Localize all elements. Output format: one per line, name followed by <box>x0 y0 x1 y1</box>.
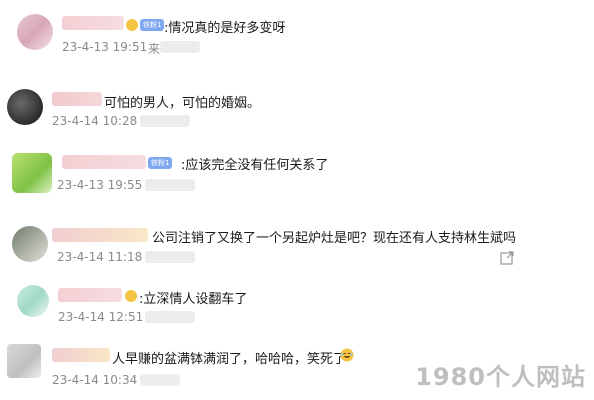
avatar[interactable] <box>17 285 49 317</box>
comment-item: 铁粉1 :应该完全没有任何关系了 23-4-13 19:55 <box>0 140 594 210</box>
comment-time: 23-4-14 10:34 <box>52 373 138 387</box>
username-redacted[interactable] <box>62 155 146 169</box>
comment-text: 公司注销了又换了一个另起炉灶是吧？现在还有人支持林生斌吗 <box>152 231 517 246</box>
comment-item: 公司注销了又换了一个另起炉灶是吧？现在还有人支持林生斌吗 23-4-14 11:… <box>0 220 594 280</box>
location-redacted <box>160 41 200 53</box>
fan-badge: 铁粉1 <box>148 157 173 169</box>
comment-time: 23-4-13 19:51 <box>62 40 148 54</box>
comment-time: 23-4-14 10:28 <box>52 114 138 128</box>
avatar[interactable] <box>12 153 52 193</box>
comment-text: :立深情人设翻车了 <box>139 292 248 307</box>
avatar[interactable] <box>12 226 48 262</box>
fan-badge: 铁粉1 <box>140 19 165 31</box>
username-redacted[interactable] <box>52 348 110 362</box>
avatar[interactable] <box>17 14 53 50</box>
username-redacted[interactable] <box>62 16 124 30</box>
location-redacted <box>145 311 195 323</box>
location-redacted <box>140 374 180 386</box>
location-redacted <box>145 179 195 191</box>
site-watermark: 1980个人网站 <box>415 363 586 391</box>
comment-time: 23-4-14 12:51 <box>58 310 144 324</box>
comment-text: :情况真的是好多变呀 <box>164 21 286 36</box>
username-redacted[interactable] <box>52 92 102 106</box>
location-redacted <box>145 251 195 263</box>
laughing-emoji-icon <box>340 348 354 362</box>
avatar[interactable] <box>7 344 41 378</box>
location-redacted <box>140 115 190 127</box>
comment-item: :立深情人设翻车了 23-4-14 12:51 <box>0 280 594 340</box>
share-icon[interactable] <box>499 250 515 266</box>
comment-text: 人早赚的盆满钵满润了，哈哈哈，笑死了 <box>112 352 347 367</box>
vip-icon <box>125 290 137 302</box>
comment-time: 23-4-14 11:18 <box>57 250 143 264</box>
comment-location: 来 <box>148 42 161 56</box>
avatar[interactable] <box>7 89 43 125</box>
vip-icon <box>126 19 138 31</box>
comment-text: 可怕的男人，可怕的婚姻。 <box>104 96 261 111</box>
comment-item: 可怕的男人，可怕的婚姻。 23-4-14 10:28 <box>0 80 594 140</box>
comment-item: 铁粉1 :情况真的是好多变呀 23-4-13 19:51 来 <box>0 0 594 65</box>
username-redacted[interactable] <box>58 288 122 302</box>
comment-time: 23-4-13 19:55 <box>57 178 143 192</box>
username-redacted[interactable] <box>52 228 148 242</box>
comment-text: :应该完全没有任何关系了 <box>181 158 329 173</box>
